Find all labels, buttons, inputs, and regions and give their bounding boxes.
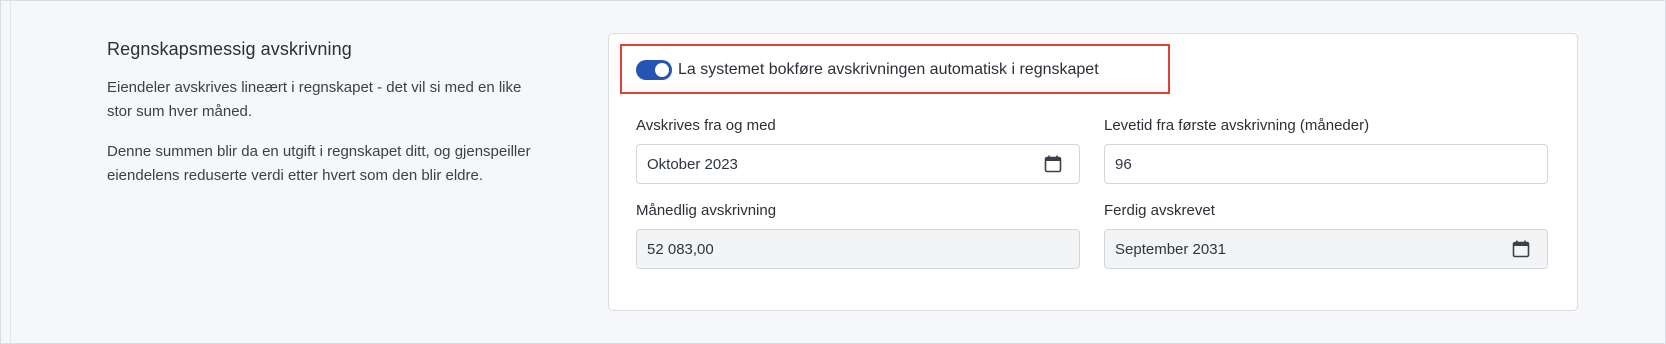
calendar-icon[interactable] <box>1043 154 1063 174</box>
finished-field: September 2031 <box>1104 229 1548 269</box>
start-date-value: Oktober 2023 <box>647 156 738 173</box>
section-description-2: Denne summen blir da en utgift i regnska… <box>107 143 531 184</box>
section-description-1: Eiendeler avskrives lineært i regnskapet… <box>107 79 522 120</box>
finished-value: September 2031 <box>1115 241 1226 258</box>
calendar-icon <box>1511 239 1531 259</box>
divider <box>10 0 11 344</box>
finished-label: Ferdig avskrevet <box>1104 202 1215 219</box>
auto-post-toggle[interactable] <box>636 60 672 80</box>
monthly-depreciation-label: Månedlig avskrivning <box>636 202 777 219</box>
lifetime-label: Levetid fra første avskrivning (måneder) <box>1104 117 1370 134</box>
toggle-knob <box>655 63 669 77</box>
section-title: Regnskapsmessig avskrivning <box>107 39 352 59</box>
lifetime-field[interactable]: 96 <box>1104 144 1548 184</box>
start-date-field[interactable]: Oktober 2023 <box>636 144 1080 184</box>
monthly-depreciation-field: 52 083,00 <box>636 229 1080 269</box>
monthly-depreciation-value: 52 083,00 <box>647 241 714 258</box>
start-date-label: Avskrives fra og med <box>636 117 776 134</box>
lifetime-value: 96 <box>1115 156 1132 173</box>
auto-post-toggle-label: La systemet bokføre avskrivningen automa… <box>678 61 1099 78</box>
